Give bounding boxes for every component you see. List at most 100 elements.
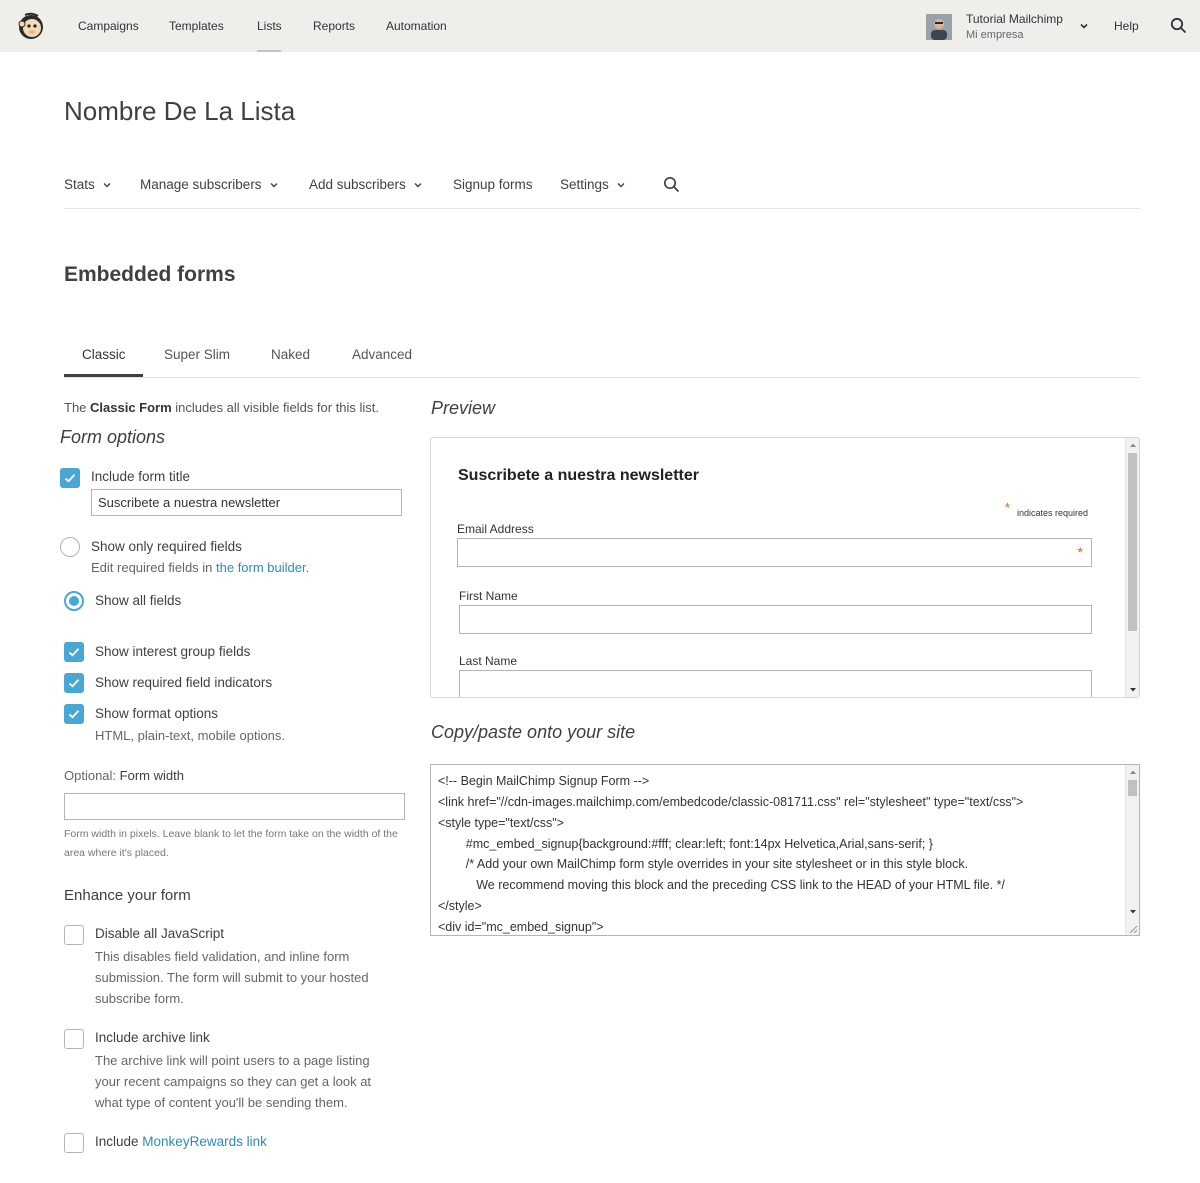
subnav-signup-label: Signup forms — [453, 177, 533, 192]
form-width-label: Optional: Form width — [64, 765, 184, 786]
show-required-fields-label: Show only required fields — [91, 539, 242, 554]
nav-templates[interactable]: Templates — [169, 19, 224, 52]
form-width-hint: Form width in pixels. Leave blank to let… — [64, 828, 398, 859]
subnav-manage-subscribers[interactable]: Manage subscribers — [140, 177, 278, 192]
include-archive-link-checkbox[interactable] — [64, 1029, 84, 1049]
preview-email-field[interactable]: * — [457, 538, 1092, 567]
top-navigation-bar: Campaigns Templates Lists Reports Automa… — [0, 0, 1200, 52]
subnav-add-subscribers[interactable]: Add subscribers — [309, 177, 422, 192]
show-required-fields-radio[interactable] — [60, 537, 80, 557]
disable-javascript-label: Disable all JavaScript — [95, 926, 225, 941]
last-name-label: Last Name — [459, 654, 518, 668]
resize-handle-icon[interactable] — [1128, 924, 1138, 934]
include-archive-link-description: The archive link will point users to a p… — [95, 1053, 372, 1110]
form-builder-link[interactable]: the form builder — [216, 560, 306, 575]
include-monkeyrewards-checkbox[interactable] — [64, 1133, 84, 1153]
chevron-down-icon — [414, 182, 422, 187]
tab-advanced[interactable]: Advanced — [352, 347, 412, 362]
chevron-down-icon — [270, 182, 278, 187]
edit-required-suffix: . — [305, 560, 310, 575]
show-all-fields-radio[interactable] — [64, 591, 84, 611]
scroll-down-icon[interactable] — [1129, 909, 1137, 915]
user-avatar[interactable] — [926, 14, 952, 40]
include-form-title-checkbox[interactable] — [60, 468, 80, 488]
user-organization: Mi empresa — [966, 29, 1024, 41]
enhance-form-heading: Enhance your form — [64, 887, 191, 904]
code-line: <div id="mc_embed_signup"> — [438, 920, 604, 934]
chevron-down-icon[interactable] — [1078, 20, 1090, 32]
embed-code-textarea[interactable]: <!-- Begin MailChimp Signup Form --> <li… — [430, 764, 1140, 936]
search-icon[interactable] — [663, 176, 680, 193]
checkmark-icon — [68, 710, 80, 719]
tab-super-slim[interactable]: Super Slim — [164, 347, 230, 362]
code-scrollbar[interactable] — [1125, 765, 1139, 935]
show-all-fields-label: Show all fields — [95, 593, 182, 608]
subnav-settings-label: Settings — [560, 177, 609, 192]
checkmark-icon — [64, 474, 76, 483]
required-asterisk: * — [1005, 500, 1011, 515]
page-title: Nombre De La Lista — [64, 96, 296, 126]
code-line: We recommend moving this block and the p… — [438, 878, 1005, 892]
include-monkeyrewards-label: Include MonkeyRewards link — [95, 1134, 267, 1149]
subnav-manage-label: Manage subscribers — [140, 177, 262, 192]
form-description-bold: Classic Form — [90, 400, 172, 415]
chevron-down-icon — [103, 182, 111, 187]
form-title-input[interactable] — [91, 489, 402, 516]
code-line: <!-- Begin MailChimp Signup Form --> — [438, 774, 650, 788]
form-width-title: Form width — [119, 768, 184, 783]
form-options-heading: Form options — [60, 427, 166, 447]
help-link[interactable]: Help — [1114, 19, 1139, 33]
chevron-down-icon — [617, 182, 625, 187]
form-description-suffix: includes all visible fields for this lis… — [171, 400, 380, 415]
code-line: </style> — [438, 899, 482, 913]
scroll-down-icon[interactable] — [1129, 687, 1137, 693]
checkmark-icon — [68, 648, 80, 657]
show-interest-groups-label: Show interest group fields — [95, 644, 251, 659]
email-required-asterisk: * — [1077, 544, 1083, 560]
subnav-add-label: Add subscribers — [309, 177, 406, 192]
code-line: <link href="//cdn-images.mailchimp.com/e… — [438, 795, 1024, 809]
edit-required-fields-text: Edit required fields in the form builder… — [91, 557, 309, 578]
mailchimp-logo-icon[interactable] — [16, 11, 46, 41]
form-width-optional: Optional: — [64, 768, 120, 783]
edit-required-prefix: Edit required fields in — [91, 560, 217, 575]
preview-last-name-field[interactable] — [459, 670, 1092, 697]
preview-scrollbar[interactable] — [1125, 438, 1139, 697]
tab-naked[interactable]: Naked — [271, 347, 310, 362]
scroll-up-icon[interactable] — [1129, 442, 1137, 448]
code-line: #mc_embed_signup{background:#fff; clear:… — [438, 837, 933, 851]
nav-campaigns[interactable]: Campaigns — [78, 19, 139, 52]
subnav-settings[interactable]: Settings — [560, 177, 625, 192]
include-archive-link-label: Include archive link — [95, 1030, 210, 1045]
preview-heading: Preview — [431, 398, 496, 418]
search-icon[interactable] — [1170, 17, 1187, 34]
show-format-options-checkbox[interactable] — [64, 704, 84, 724]
scroll-up-icon[interactable] — [1129, 769, 1137, 775]
form-description-prefix: The — [64, 400, 91, 415]
nav-reports[interactable]: Reports — [313, 19, 355, 52]
nav-automation[interactable]: Automation — [386, 19, 447, 52]
nav-lists[interactable]: Lists — [257, 19, 282, 52]
subnav-stats[interactable]: Stats — [64, 177, 111, 192]
subnav-stats-label: Stats — [64, 177, 95, 192]
user-avatar-icon — [926, 14, 952, 40]
preview-first-name-field[interactable] — [459, 605, 1092, 634]
section-title: Embedded forms — [64, 263, 236, 286]
tabs-divider — [64, 377, 1140, 378]
preview-form-title: Suscribete a nuestra newsletter — [458, 467, 699, 484]
subnav-signup-forms[interactable]: Signup forms — [453, 177, 533, 192]
disable-javascript-checkbox[interactable] — [64, 925, 84, 945]
code-scrollbar-thumb[interactable] — [1128, 780, 1137, 796]
form-preview-panel: Suscribete a nuestra newsletter * indica… — [430, 437, 1140, 698]
show-required-indicators-checkbox[interactable] — [64, 673, 84, 693]
indicates-required-note: indicates required — [1017, 508, 1089, 518]
tab-classic[interactable]: Classic — [82, 347, 126, 362]
form-width-input[interactable] — [64, 793, 405, 820]
preview-scrollbar-thumb[interactable] — [1128, 453, 1137, 631]
show-interest-groups-checkbox[interactable] — [64, 642, 84, 662]
user-name[interactable]: Tutorial Mailchimp — [966, 12, 1063, 26]
copy-paste-heading: Copy/paste onto your site — [431, 722, 636, 742]
monkeyrewards-link[interactable]: MonkeyRewards link — [142, 1134, 267, 1149]
code-line: <style type="text/css"> — [438, 816, 564, 830]
format-options-description: HTML, plain-text, mobile options. — [95, 728, 286, 743]
